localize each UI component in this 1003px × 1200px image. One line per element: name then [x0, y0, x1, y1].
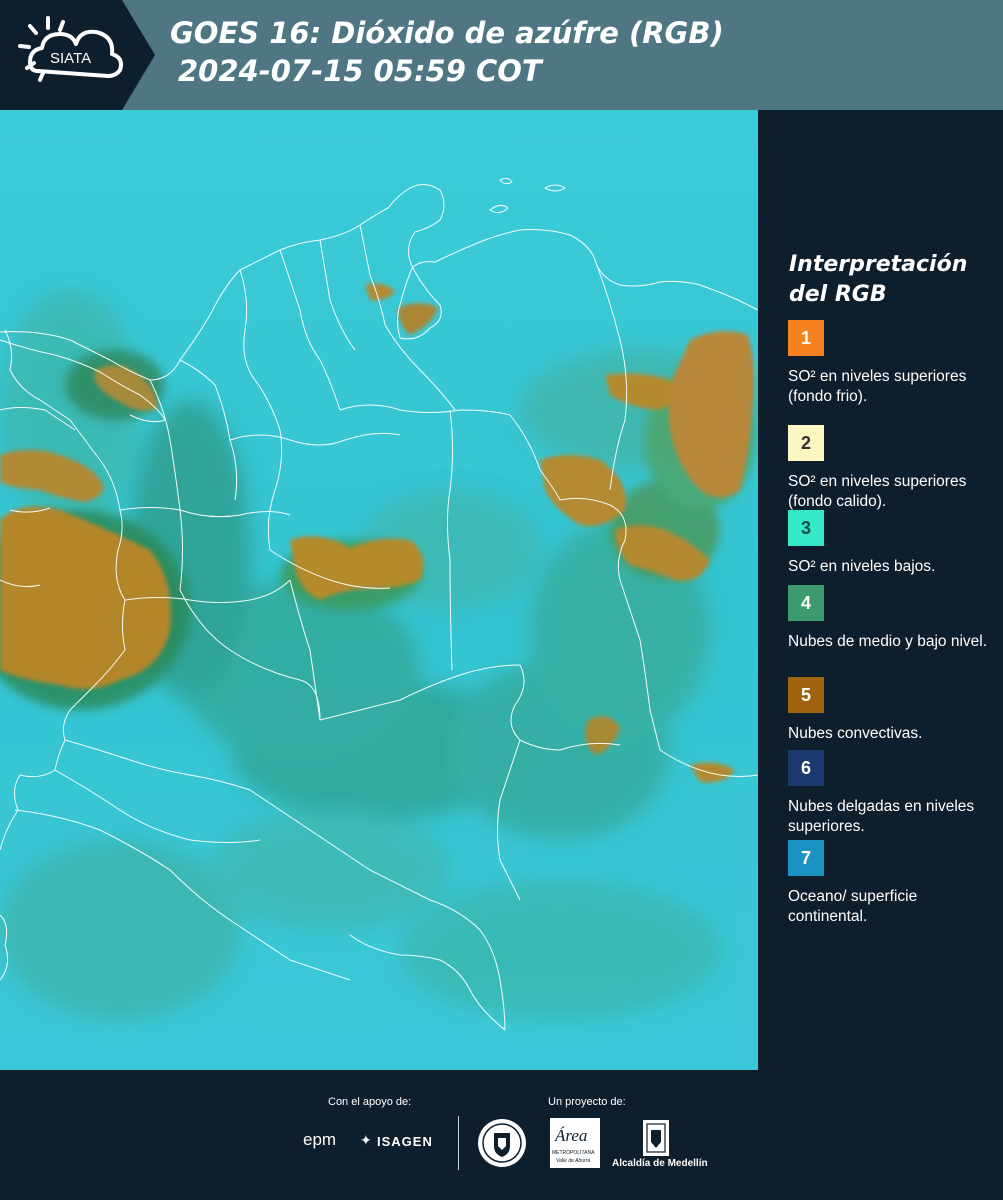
legend-item-6: 6 Nubes delgadas en niveles superiores.: [788, 750, 993, 837]
legend-item-1: 1 SO² en niveles superiores (fondo frio).: [788, 320, 993, 407]
legend-swatch: 6: [788, 750, 824, 786]
legend-label: Oceano/ superficie continental.: [788, 888, 918, 925]
epm-logo: epm: [303, 1130, 337, 1149]
alcaldia-label: Alcaldía de Medellín: [612, 1158, 708, 1169]
isagen-logo: ISAGEN: [377, 1134, 433, 1149]
legend-swatch: 7: [788, 840, 824, 876]
legend-label: SO² en niveles bajos.: [788, 558, 936, 575]
siata-logo: SIATA: [0, 0, 160, 110]
title-line-2: 2024-07-15 05:59 COT: [178, 54, 542, 88]
legend-swatch: 4: [788, 585, 824, 621]
legend-label: Nubes de medio y bajo nivel.: [788, 633, 988, 650]
legend-swatch: 1: [788, 320, 824, 356]
legend-item-4: 4 Nubes de medio y bajo nivel.: [788, 585, 993, 652]
legend-item-5: 5 Nubes convectivas.: [788, 677, 993, 744]
legend-item-7: 7 Oceano/ superficie continental.: [788, 840, 993, 927]
page-title: GOES 16: Dióxido de azúfre (RGB) 2024-07…: [170, 14, 724, 90]
legend-swatch: 5: [788, 677, 824, 713]
footer-divider: [458, 1116, 459, 1170]
satellite-map: [0, 110, 758, 1070]
legend-swatch: 3: [788, 510, 824, 546]
alcaldia-shield-icon: [643, 1120, 669, 1156]
svg-text:SIATA: SIATA: [50, 50, 91, 67]
legend-item-2: 2 SO² en niveles superiores (fondo calido…: [788, 425, 993, 512]
medellin-seal-icon: [478, 1119, 526, 1167]
header-bar: SIATA GOES 16: Dióxido de azúfre (RGB) 2…: [0, 0, 1003, 110]
area-metropolitana-logo: Área METROPOLITANA Valle de Aburrá: [550, 1118, 600, 1168]
legend-panel: Interpretación del RGB 1 SO² en niveles s…: [760, 110, 1003, 1070]
support-caption: Con el apoyo de:: [328, 1096, 412, 1108]
legend-title: Interpretación del RGB: [789, 252, 968, 307]
legend-label: Nubes delgadas en niveles superiores.: [788, 798, 975, 835]
legend-item-3: 3 SO² en niveles bajos.: [788, 510, 993, 577]
legend-label: SO² en niveles superiores (fondo frio).: [788, 368, 967, 405]
legend-label: SO² en niveles superiores (fondo calido)…: [788, 473, 967, 510]
isagen-icon: ✦: [360, 1132, 372, 1148]
footer: Con el apoyo de: Un proyecto de: epm ✦ I…: [0, 1070, 1003, 1200]
legend-swatch: 2: [788, 425, 824, 461]
project-caption: Un proyecto de:: [548, 1096, 626, 1108]
legend-label: Nubes convectivas.: [788, 725, 923, 742]
title-line-1: GOES 16: Dióxido de azúfre (RGB): [170, 16, 724, 50]
